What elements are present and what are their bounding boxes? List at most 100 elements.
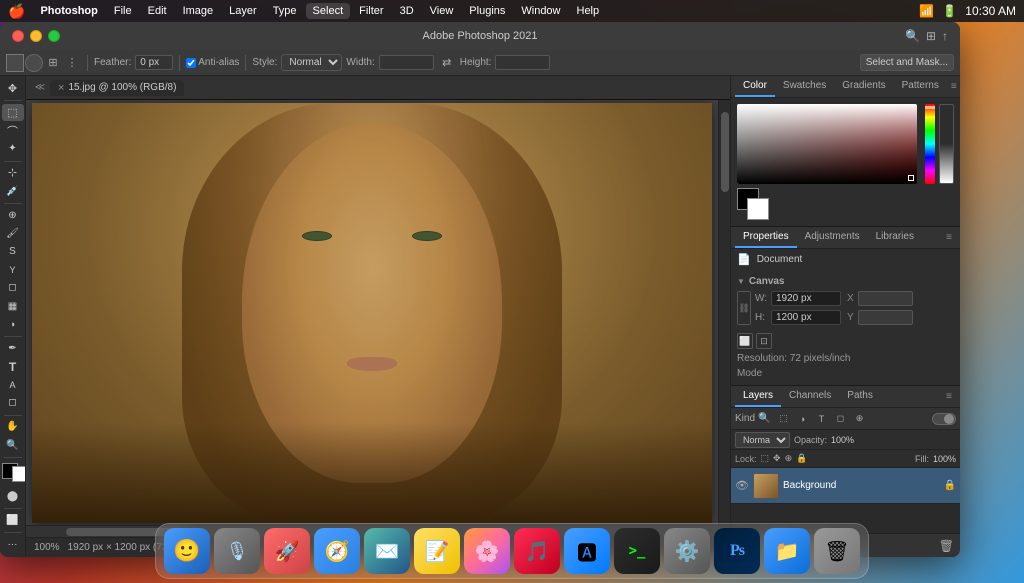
shape-tool[interactable]: ◻ xyxy=(2,394,24,411)
lock-artboard-icon[interactable]: ⊕ xyxy=(785,453,793,464)
maximize-button[interactable] xyxy=(48,30,60,42)
shape-filter-btn[interactable]: ◻ xyxy=(832,411,848,427)
screen-mode-btn[interactable]: ⬜ xyxy=(2,512,24,529)
history-brush-tool[interactable]: Y xyxy=(2,261,24,278)
menu-type[interactable]: Type xyxy=(266,3,304,19)
filter-switch[interactable] xyxy=(932,413,956,425)
minimize-button[interactable] xyxy=(30,30,42,42)
select-mask-button[interactable]: Select and Mask... xyxy=(860,54,954,71)
quick-select-tool[interactable]: ✦ xyxy=(2,140,24,157)
crop-tool[interactable]: ⊹ xyxy=(2,164,24,181)
hand-tool[interactable]: ✋ xyxy=(2,418,24,435)
eyedropper-tool[interactable]: 💉 xyxy=(2,183,24,200)
dock-photos[interactable]: 🌸 xyxy=(464,528,510,574)
close-button[interactable] xyxy=(12,30,24,42)
layers-tab[interactable]: Layers xyxy=(735,386,781,407)
menu-layer[interactable]: Layer xyxy=(222,3,264,19)
delete-layer-btn[interactable]: 🗑 xyxy=(939,539,954,553)
ellipse-marquee-preset[interactable] xyxy=(25,54,43,72)
opacity-bar[interactable] xyxy=(939,104,954,184)
paths-tab[interactable]: Paths xyxy=(839,386,881,407)
zoom-tool[interactable]: 🔍 xyxy=(2,437,24,454)
dock-photoshop[interactable]: Ps xyxy=(714,528,760,574)
props-panel-collapse[interactable]: ≡ xyxy=(942,228,956,247)
menu-plugins[interactable]: Plugins xyxy=(462,3,512,19)
search-btn[interactable]: 🔍 xyxy=(905,29,920,43)
clone-stamp-tool[interactable]: S xyxy=(2,243,24,260)
height-input[interactable] xyxy=(495,55,550,70)
gradients-tab[interactable]: Gradients xyxy=(834,76,893,97)
dock-folder[interactable]: 📁 xyxy=(764,528,810,574)
apple-menu[interactable]: 🍎 xyxy=(8,3,25,20)
dock-prefs[interactable]: ⚙️ xyxy=(664,528,710,574)
type-tool[interactable]: T xyxy=(2,358,24,375)
menu-window[interactable]: Window xyxy=(514,3,567,19)
type-filter-btn[interactable]: T xyxy=(813,411,829,427)
menu-help[interactable]: Help xyxy=(570,3,607,19)
path-select-tool[interactable]: A xyxy=(2,376,24,393)
lasso-tool[interactable]: ⌒ xyxy=(2,122,24,139)
color-tab[interactable]: Color xyxy=(735,76,775,97)
lock-all-icon[interactable]: 🔒 xyxy=(796,453,807,464)
add-column-icon[interactable]: ⊞ xyxy=(44,54,62,72)
align-left-icon[interactable]: ⬜ xyxy=(737,333,753,349)
dock-mail[interactable]: ✉️ xyxy=(364,528,410,574)
lock-pixels-icon[interactable]: ⬚ xyxy=(761,453,770,464)
patterns-tab[interactable]: Patterns xyxy=(894,76,947,97)
color-panel-collapse[interactable]: ≡ xyxy=(947,77,960,96)
dock-safari[interactable]: 🧭 xyxy=(314,528,360,574)
link-icon[interactable]: ⛓ xyxy=(737,291,751,325)
share-btn[interactable]: ↑ xyxy=(942,29,948,43)
dock-launchpad[interactable]: 🚀 xyxy=(264,528,310,574)
swap-icon[interactable]: ⇄ xyxy=(438,54,456,72)
canvas-viewport[interactable] xyxy=(26,100,718,525)
dock-music[interactable]: 🎵 xyxy=(514,528,560,574)
filter-toggle[interactable] xyxy=(932,413,956,425)
options-icon[interactable]: ⋮ xyxy=(63,54,81,72)
move-tool[interactable]: ✥ xyxy=(2,80,24,97)
layer-visibility-icon[interactable]: 👁 xyxy=(735,479,749,492)
v-scrollbar-thumb[interactable] xyxy=(721,112,729,192)
brush-tool[interactable]: 🖌 xyxy=(2,225,24,242)
adjustment-filter-btn[interactable]: ◑ xyxy=(794,411,810,427)
channels-tab[interactable]: Channels xyxy=(781,386,839,407)
smart-filter-btn[interactable]: ⊕ xyxy=(851,411,867,427)
dock-siri[interactable]: 🎙 xyxy=(214,528,260,574)
menu-edit[interactable]: Edit xyxy=(141,3,174,19)
hue-bar[interactable] xyxy=(925,104,935,184)
vertical-scrollbar[interactable] xyxy=(718,100,730,525)
more-tools-btn[interactable]: ··· xyxy=(2,536,24,553)
pen-tool[interactable]: ✒ xyxy=(2,340,24,357)
menu-filter[interactable]: Filter xyxy=(352,3,390,19)
menu-photoshop[interactable]: Photoshop xyxy=(33,3,104,19)
canvas-height-input[interactable] xyxy=(771,310,841,325)
foreground-color[interactable] xyxy=(2,463,24,480)
bg-color-swatch[interactable] xyxy=(747,198,769,220)
libraries-tab[interactable]: Libraries xyxy=(868,227,922,248)
image-canvas[interactable] xyxy=(32,103,712,523)
eraser-tool[interactable]: ◻ xyxy=(2,279,24,296)
dock-notes[interactable]: 📝 xyxy=(414,528,460,574)
antialias-checkbox[interactable] xyxy=(186,58,196,68)
width-input[interactable] xyxy=(379,55,434,70)
dock-terminal[interactable]: >_ xyxy=(614,528,660,574)
pixel-filter-btn[interactable]: ⬚ xyxy=(775,411,791,427)
canvas-y-input[interactable] xyxy=(858,310,913,325)
canvas-tab[interactable]: × 15.jpg @ 100% (RGB/8) xyxy=(50,80,184,96)
adjustments-tab[interactable]: Adjustments xyxy=(797,227,868,248)
bg-swatch[interactable] xyxy=(12,466,27,482)
swatches-tab[interactable]: Swatches xyxy=(775,76,834,97)
feather-input[interactable] xyxy=(135,55,173,70)
menu-view[interactable]: View xyxy=(423,3,461,19)
menu-file[interactable]: File xyxy=(107,3,139,19)
fg-bg-swatches[interactable] xyxy=(737,188,769,220)
menu-3d[interactable]: 3D xyxy=(393,3,421,19)
dock-trash[interactable]: 🗑 xyxy=(814,528,860,574)
dock-appstore[interactable]: 🅰 xyxy=(564,528,610,574)
menu-image[interactable]: Image xyxy=(176,3,221,19)
layers-panel-collapse[interactable]: ≡ xyxy=(942,387,956,406)
dock-finder[interactable]: 🙂 xyxy=(164,528,210,574)
dodge-tool[interactable]: ◑ xyxy=(2,316,24,333)
align-center-icon[interactable]: ⊡ xyxy=(756,333,772,349)
healing-brush-tool[interactable]: ⊕ xyxy=(2,207,24,224)
